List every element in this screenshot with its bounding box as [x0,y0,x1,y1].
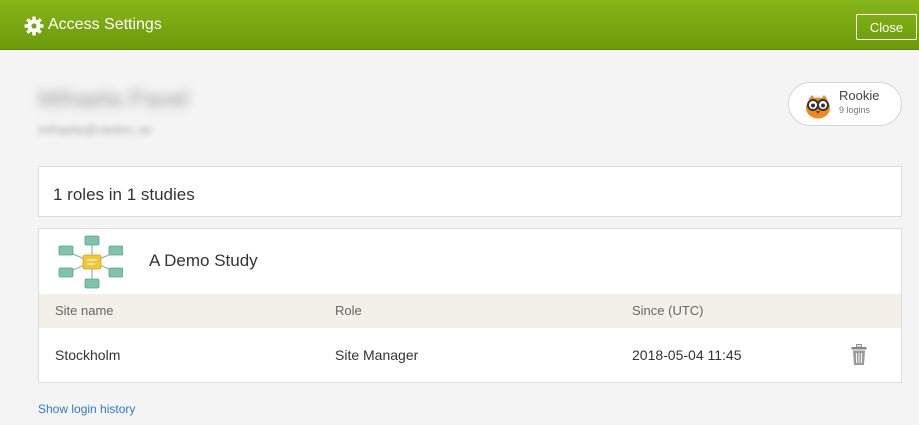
login-count: 9 logins [839,105,871,115]
user-email: mihaela@viedoc.se [38,122,152,137]
rank-badge: Rookie 9 logins [788,82,902,126]
study-panel: A Demo Study Site name Role Since (UTC) … [38,228,902,383]
owl-icon [806,95,830,119]
trash-icon[interactable] [851,344,867,366]
study-network-icon [58,235,123,289]
table-row: Stockholm Site Manager 2018-05-04 11:45 [39,329,901,383]
column-since: Since (UTC) [632,303,704,318]
close-button[interactable]: Close [856,14,917,40]
show-login-history-link[interactable]: Show login history [38,402,135,416]
site-name-cell: Stockholm [55,347,121,363]
dialog-title: Access Settings [48,16,162,33]
column-role: Role [335,303,362,318]
role-cell: Site Manager [335,347,419,363]
roles-summary-panel: 1 roles in 1 studies [38,166,902,217]
column-site-name: Site name [55,303,114,318]
dialog-header: Access Settings Close [0,0,919,50]
table-header: Site name Role Since (UTC) [39,294,901,328]
user-name: Mihaela Pavel [38,86,189,113]
gear-icon [24,16,44,36]
since-cell: 2018-05-04 11:45 [632,347,742,363]
roles-summary: 1 roles in 1 studies [53,185,195,204]
rank-label: Rookie [839,88,880,103]
study-name: A Demo Study [149,251,258,270]
